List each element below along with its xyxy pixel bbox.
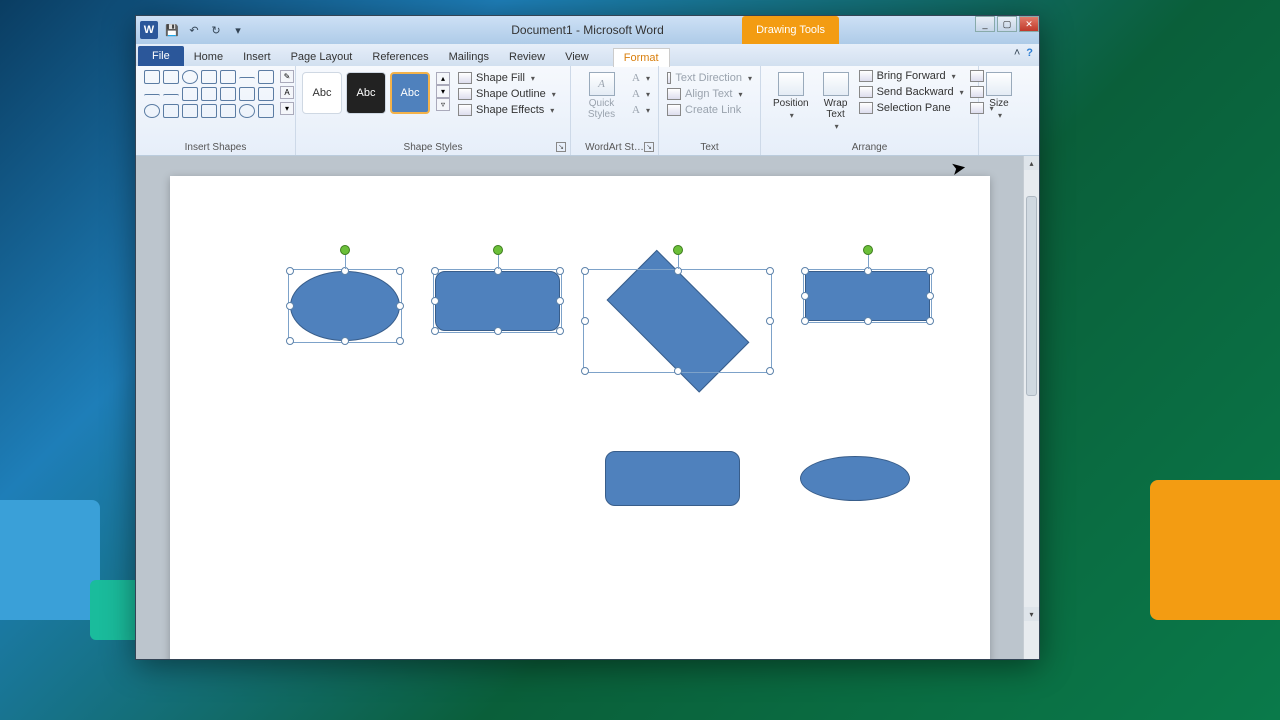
send-backward-icon [859,86,873,98]
shape-roundrect[interactable] [435,271,560,331]
scroll-thumb[interactable] [1026,196,1037,396]
text-outline-icon: A▾ [632,88,650,100]
redo-icon[interactable]: ↻ [208,22,224,38]
tab-view[interactable]: View [555,48,599,66]
shape-style-gallery[interactable]: Abc Abc Abc [302,68,430,114]
group-label: Insert Shapes [136,142,295,153]
pencil-icon [458,88,472,100]
tab-file[interactable]: File [138,46,184,66]
send-backward-button[interactable]: Send Backward▾ [859,86,964,98]
group-insert-shapes: ✎ A ▾ Insert Shapes [136,66,296,155]
maximize-button[interactable]: ▢ [997,16,1017,32]
group-wordart-styles: A Quick Styles A▾ A▾ A▾ WordArt St… ↘ [571,66,659,155]
shape-ellipse[interactable] [800,456,910,501]
paint-bucket-icon [458,72,472,84]
shapes-more-icon[interactable]: ▾ [280,102,294,115]
group-label: Text [659,142,760,153]
tab-insert[interactable]: Insert [233,48,281,66]
group-label: Shape Styles [296,142,570,153]
word-window: W 💾 ↶ ↻ ▾ Document1 - Microsoft Word Dra… [135,15,1040,660]
gallery-more-icon[interactable]: ▿ [436,98,450,111]
effects-icon [458,104,472,116]
shape-roundrect[interactable] [605,451,740,506]
tab-review[interactable]: Review [499,48,555,66]
help-icon[interactable]: ? [1026,47,1033,59]
group-label: Arrange [761,142,978,153]
undo-icon[interactable]: ↶ [186,22,202,38]
shapes-gallery[interactable] [142,68,276,120]
save-icon[interactable]: 💾 [164,22,180,38]
page[interactable] [170,176,990,659]
size-button[interactable]: Size▾ [985,68,1013,120]
tab-page-layout[interactable]: Page Layout [281,48,363,66]
minimize-button[interactable]: _ [975,16,995,32]
style-thumb-3[interactable]: Abc [390,72,430,114]
shape-fill-button[interactable]: Shape Fill▾ [458,72,556,84]
tab-home[interactable]: Home [184,48,233,66]
quick-styles-button: A Quick Styles [577,68,626,120]
bring-forward-button[interactable]: Bring Forward▾ [859,70,964,82]
selection-pane-button[interactable]: Selection Pane [859,102,964,114]
group-arrange: Position▾ Wrap Text▾ Bring Forward▾ Send… [761,66,979,155]
link-icon [667,104,681,116]
quick-styles-icon: A [589,72,615,96]
close-button[interactable]: ✕ [1019,16,1039,32]
create-link-button: Create Link [667,104,752,116]
style-thumb-2[interactable]: Abc [346,72,386,114]
position-icon [778,72,804,96]
group-size: Size▾ [979,66,1019,155]
text-effects-icon: A▾ [632,104,650,116]
vertical-scrollbar[interactable]: ▴ ▾ [1023,156,1039,659]
context-tab-group: Drawing Tools [742,16,839,44]
size-icon [986,72,1012,96]
dialog-launcher-icon[interactable]: ↘ [556,142,566,152]
align-text-icon [667,88,681,100]
shape-rect[interactable] [805,271,930,321]
align-text-button: Align Text▾ [667,88,752,100]
tab-mailings[interactable]: Mailings [439,48,499,66]
gallery-down-icon[interactable]: ▾ [436,85,450,98]
selection-pane-icon [859,102,873,114]
quick-access-toolbar: W 💾 ↶ ↻ ▾ [136,21,250,39]
minimize-ribbon-icon[interactable]: ˄ [1014,47,1020,59]
edit-shape-icon[interactable]: ✎ [280,70,294,83]
shape-outline-button[interactable]: Shape Outline▾ [458,88,556,100]
ribbon: ✎ A ▾ Insert Shapes Abc Abc Abc ▴ ▾ ▿ [136,66,1039,156]
text-fill-icon: A▾ [632,72,650,84]
wrap-text-button[interactable]: Wrap Text▾ [817,68,855,131]
text-direction-button: Text Direction▾ [667,72,752,84]
style-thumb-1[interactable]: Abc [302,72,342,114]
shape-effects-button[interactable]: Shape Effects▾ [458,104,556,116]
position-button[interactable]: Position▾ [767,68,815,131]
window-title: Document1 - Microsoft Word [511,23,664,37]
group-text: Text Direction▾ Align Text▾ Create Link … [659,66,761,155]
ribbon-tabs: File Home Insert Page Layout References … [136,44,1039,66]
bring-forward-icon [859,70,873,82]
app-icon[interactable]: W [140,21,158,39]
gallery-up-icon[interactable]: ▴ [436,72,450,85]
tab-format[interactable]: Format [613,48,670,67]
scroll-up-icon[interactable]: ▴ [1024,156,1039,170]
qat-customize-icon[interactable]: ▾ [230,22,246,38]
group-shape-styles: Abc Abc Abc ▴ ▾ ▿ Shape Fill▾ Shape Outl… [296,66,571,155]
scroll-down-icon[interactable]: ▾ [1024,607,1039,621]
dialog-launcher-icon[interactable]: ↘ [644,142,654,152]
text-box-icon[interactable]: A [280,86,294,99]
titlebar: W 💾 ↶ ↻ ▾ Document1 - Microsoft Word Dra… [136,16,1039,44]
shape-ellipse[interactable] [290,271,400,341]
text-direction-icon [667,72,671,84]
document-area: ▴ ▾ [136,156,1039,659]
wrap-text-icon [823,72,849,96]
shape-diamond[interactable] [585,271,770,371]
tab-references[interactable]: References [362,48,438,66]
